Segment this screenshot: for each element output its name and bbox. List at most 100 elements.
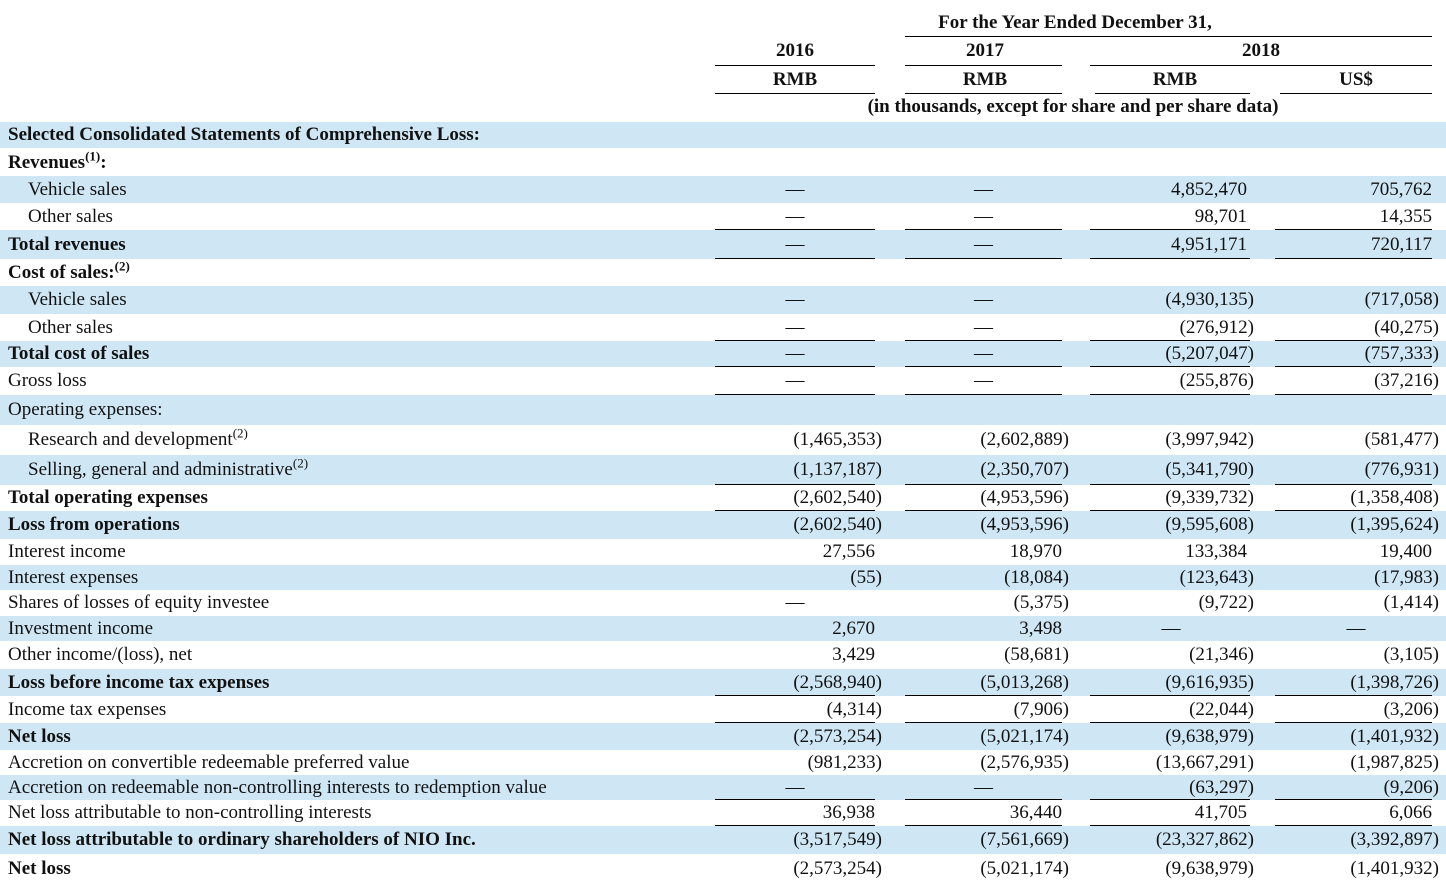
row-label: Net loss (8, 854, 71, 884)
value-cell: (1,358,408) (1350, 487, 1439, 508)
value-cell: — (785, 289, 805, 310)
value-cell: (7,561,669) (980, 829, 1069, 850)
row-label: Total revenues (8, 230, 126, 259)
currency-2016: RMB (772, 69, 818, 90)
table-row: Income tax expenses (4,314) (7,906) (22,044… (0, 696, 1446, 723)
row-label: Loss before income tax expenses (8, 669, 269, 696)
table-row: Net loss attributable to non-controlling… (0, 800, 1446, 826)
row-label: Total cost of sales (8, 341, 149, 367)
value-cell: 19,400 (1379, 541, 1432, 562)
value-cell: (2,602,540) (793, 514, 882, 535)
value-cell: (3,105) (1383, 644, 1439, 665)
value-cell: 18,970 (1009, 541, 1062, 562)
row-label-suffix: : (100, 152, 107, 173)
value-cell: (37,216) (1374, 370, 1439, 391)
row-label-text: Total operating expenses (8, 487, 208, 508)
row-label: Gross loss (8, 367, 87, 395)
row-label-text: Interest income (8, 541, 126, 562)
row-label: Vehicle sales (28, 176, 127, 203)
row-label: Investment income (8, 616, 153, 641)
value-cell: 36,440 (1009, 802, 1062, 823)
row-label-text: Selected Consolidated Statements of Comp… (8, 124, 480, 145)
row-label-text: Other sales (28, 317, 113, 338)
table-row: Other sales — — (276,912) (40,275) (0, 314, 1446, 341)
value-cell: (2,576,935) (980, 752, 1069, 773)
value-cell: — (785, 370, 805, 391)
value-cell: 14,355 (1379, 206, 1432, 227)
row-label: Interest income (8, 539, 126, 565)
value-cell: (2,350,707) (980, 459, 1069, 480)
table-row: Net loss (2,573,254) (5,021,174) (9,638,979… (0, 854, 1446, 884)
value-cell: (9,638,979) (1165, 726, 1254, 747)
value-cell: — (974, 343, 993, 364)
row-label: Shares of losses of equity investee (8, 590, 269, 616)
value-cell: 4,951,171 (1171, 234, 1247, 255)
value-cell: (9,339,732) (1165, 487, 1254, 508)
value-cell: — (785, 179, 805, 200)
row-label-text: Operating expenses: (8, 399, 163, 420)
value-cell: (776,931) (1364, 459, 1439, 480)
value-cell: (5,021,174) (980, 858, 1069, 879)
table-row: Loss before income tax expenses (2,568,94… (0, 669, 1446, 696)
table-row: Research and development(2) (1,465,353) (2… (0, 425, 1446, 455)
row-label-text: Interest expenses (8, 567, 139, 588)
value-cell: — (785, 592, 805, 613)
value-cell: (9,616,935) (1165, 672, 1254, 693)
footnote-marker: (1) (85, 148, 101, 164)
value-cell: (5,207,047) (1165, 343, 1254, 364)
table-row: Total cost of sales — — (5,207,047) (757,333… (0, 341, 1446, 367)
value-cell: (55) (850, 567, 882, 588)
currency-2018-usd: US$ (1339, 69, 1373, 90)
row-label-text: Net loss (8, 726, 71, 747)
table-row: Vehicle sales — — (4,930,135) (717,058) (0, 286, 1446, 314)
row-label: Net loss attributable to non-controlling… (8, 800, 372, 826)
value-cell: (2,568,940) (793, 672, 882, 693)
currency-rule-2017 (905, 93, 1062, 94)
value-cell: — (974, 777, 993, 798)
value-cell: — (974, 234, 993, 255)
value-cell: (22,044) (1189, 699, 1254, 720)
table-row: Accretion on redeemable non-controlling … (0, 775, 1446, 800)
value-cell: 41,705 (1194, 802, 1247, 823)
value-cell: (9,595,608) (1165, 514, 1254, 535)
row-label: Net loss attributable to ordinary shareh… (8, 826, 476, 854)
row-label: Accretion on convertible redeemable pref… (8, 750, 409, 775)
table-row: Selected Consolidated Statements of Comp… (0, 122, 1446, 148)
unit-note: (in thousands, except for share and per … (867, 96, 1279, 117)
table-row: Interest expenses (55) (18,084) (123,643) (1… (0, 565, 1446, 590)
year-rule-2016 (715, 65, 875, 66)
row-label: Total operating expenses (8, 485, 208, 511)
value-cell: (3,206) (1383, 699, 1439, 720)
value-cell: — (974, 317, 993, 338)
value-cell: 133,384 (1185, 541, 1247, 562)
table-row: Investment income 2,670 3,498 — — (0, 616, 1446, 641)
row-label-text: Shares of losses of equity investee (8, 592, 270, 613)
value-cell: 4,852,470 (1171, 179, 1247, 200)
value-cell: (4,314) (826, 699, 882, 720)
year-2017: 2017 (966, 40, 1004, 61)
value-cell: (13,667,291) (1155, 752, 1254, 773)
value-cell: — (785, 234, 805, 255)
value-cell: — (974, 206, 993, 227)
table-row: Operating expenses: (0, 395, 1446, 425)
year-rule-2017 (905, 65, 1062, 66)
value-cell: (1,401,932) (1350, 726, 1439, 747)
footnote-marker: (2) (292, 455, 309, 471)
row-label-text: Accretion on redeemable non-controlling … (8, 777, 547, 798)
value-cell: (123,643) (1179, 567, 1254, 588)
value-cell: (17,983) (1374, 567, 1439, 588)
value-cell: (23,327,862) (1155, 829, 1254, 850)
row-label-text: Net loss attributable to ordinary shareh… (8, 829, 476, 850)
value-cell: (717,058) (1364, 289, 1439, 310)
row-label-text: Net loss (8, 858, 71, 879)
value-cell: 6,066 (1389, 802, 1432, 823)
period-heading: For the Year Ended December 31, (938, 12, 1212, 33)
value-cell: (58,681) (1004, 644, 1069, 665)
row-label: Net loss (8, 723, 71, 750)
value-cell: (9,638,979) (1165, 858, 1254, 879)
row-label: Other sales (28, 203, 113, 230)
table-row: Total revenues — — 4,951,171 720,117 (0, 230, 1446, 259)
row-label-text: Vehicle sales (28, 179, 127, 200)
row-label-text: Income tax expenses (8, 699, 167, 720)
value-cell: 705,762 (1370, 179, 1432, 200)
